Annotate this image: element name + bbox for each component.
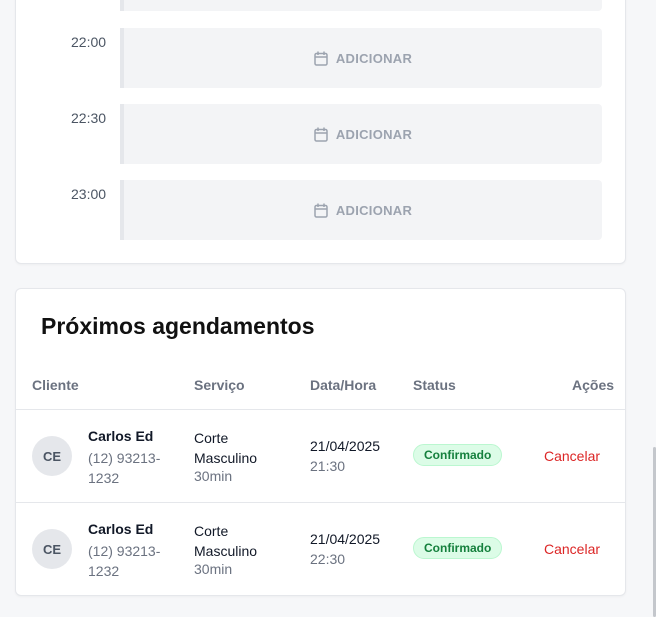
- appointment-date: 21/04/2025: [310, 438, 381, 454]
- calendar-icon: [314, 51, 328, 66]
- slot-row-partial: [16, 0, 625, 11]
- service-name: Corte Masculino: [194, 523, 258, 559]
- slot-row: 23:00 ADICIONAR: [16, 180, 625, 240]
- service-duration: 30min: [194, 561, 233, 577]
- slot-add-button[interactable]: ADICIONAR: [120, 180, 602, 240]
- column-header-datetime: Data/Hora: [310, 377, 377, 393]
- appointment-time: 21:30: [310, 458, 346, 474]
- table-row: CE Carlos Ed (12) 93213-1232 Corte Mascu…: [16, 410, 625, 502]
- appointments-title: Próximos agendamentos: [41, 313, 315, 339]
- avatar: CE: [32, 436, 72, 476]
- appointments-card: Próximos agendamentos Cliente Serviço Da…: [15, 288, 626, 596]
- cancel-button[interactable]: Cancelar: [544, 448, 600, 464]
- appointment-time: 22:30: [310, 551, 346, 567]
- slot-add-label: ADICIONAR: [335, 202, 413, 218]
- slot-add-label: ADICIONAR: [335, 126, 413, 142]
- slot-add-button[interactable]: ADICIONAR: [120, 104, 602, 164]
- column-header-actions: Ações: [572, 377, 615, 393]
- client-phone: (12) 93213-1232: [88, 450, 161, 486]
- service-name: Corte Masculino: [194, 430, 258, 466]
- schedule-card: 22:00 ADICIONAR 22:30 ADICIONAR 23:00 AD…: [15, 0, 626, 264]
- service-duration: 30min: [194, 468, 233, 484]
- slot-time: 22:30: [71, 110, 107, 126]
- avatar: CE: [32, 529, 72, 569]
- status-badge: Confirmado: [413, 444, 503, 466]
- column-header-service: Serviço: [194, 377, 245, 393]
- slot-time: 23:00: [71, 186, 107, 202]
- slot-time: 22:00: [71, 34, 107, 50]
- calendar-icon: [314, 203, 328, 218]
- column-header-status: Status: [413, 377, 456, 393]
- column-header-client: Cliente: [32, 377, 79, 393]
- table-row: CE Carlos Ed (12) 93213-1232 Corte Mascu…: [16, 503, 625, 595]
- status-badge: Confirmado: [413, 537, 503, 559]
- slot-add-label: ADICIONAR: [335, 50, 413, 66]
- calendar-icon: [314, 127, 328, 142]
- client-phone: (12) 93213-1232: [88, 543, 161, 579]
- cancel-button[interactable]: Cancelar: [544, 541, 600, 557]
- appointment-date: 21/04/2025: [310, 531, 381, 547]
- client-name: Carlos Ed: [88, 428, 154, 444]
- slot-row: 22:30 ADICIONAR: [16, 104, 625, 164]
- slot-add-button[interactable]: ADICIONAR: [120, 28, 602, 88]
- slot-row: 22:00 ADICIONAR: [16, 28, 625, 88]
- client-name: Carlos Ed: [88, 521, 154, 537]
- slot-box[interactable]: [120, 0, 602, 11]
